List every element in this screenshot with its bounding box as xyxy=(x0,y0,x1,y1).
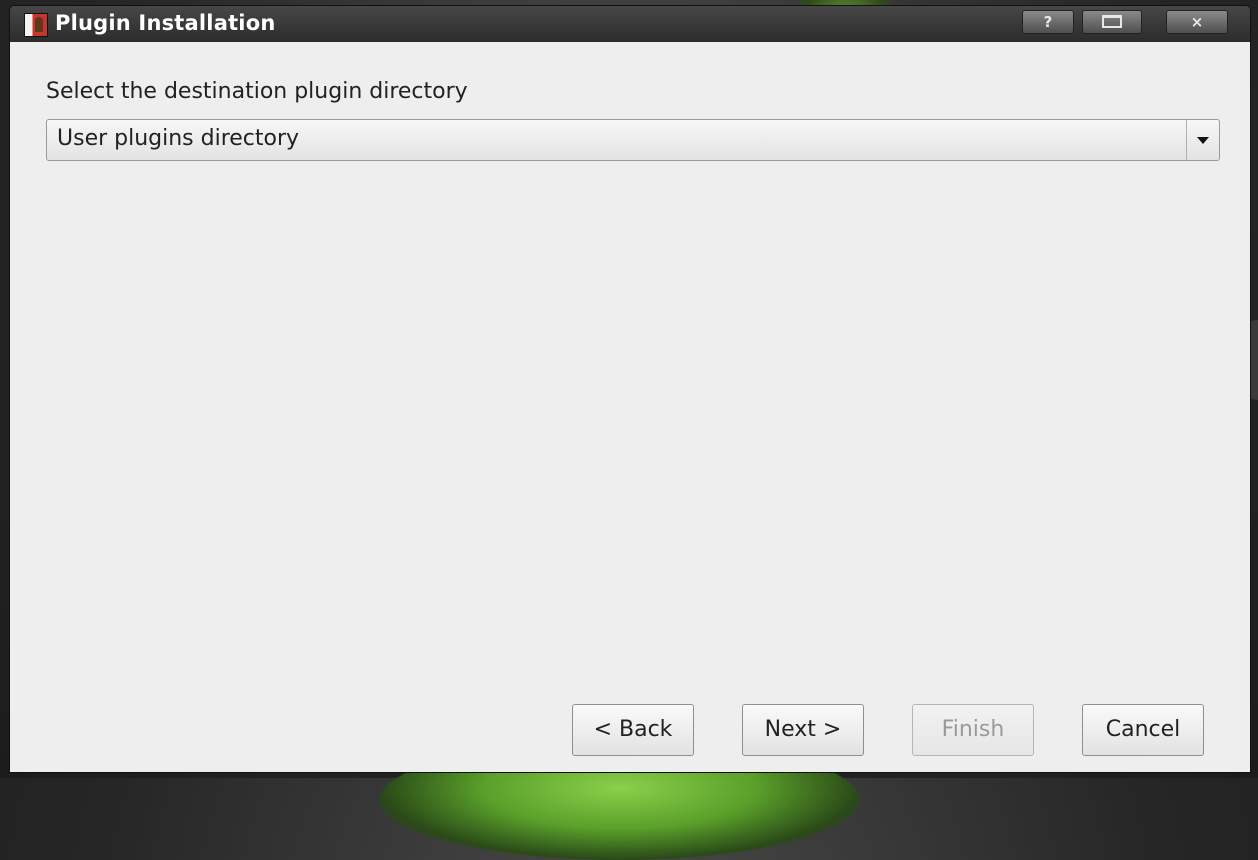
close-button[interactable]: × xyxy=(1166,10,1228,34)
back-button[interactable]: < Back xyxy=(572,704,694,756)
finish-button[interactable]: Finish xyxy=(912,704,1034,756)
destination-prompt-label: Select the destination plugin directory xyxy=(46,79,468,104)
window-title: Plugin Installation xyxy=(55,11,276,35)
title-bar[interactable]: Plugin Installation ? × xyxy=(10,6,1250,42)
plugin-installation-dialog: Plugin Installation ? × Select the desti… xyxy=(10,6,1250,772)
cancel-button[interactable]: Cancel xyxy=(1082,704,1204,756)
dialog-content: Select the destination plugin directory … xyxy=(10,42,1250,772)
chevron-down-icon[interactable] xyxy=(1186,120,1219,160)
help-button[interactable]: ? xyxy=(1022,10,1074,34)
plugin-directory-select[interactable]: User plugins directory xyxy=(46,119,1220,161)
maximize-button[interactable] xyxy=(1082,10,1142,34)
plugin-directory-value: User plugins directory xyxy=(57,126,300,151)
next-button[interactable]: Next > xyxy=(742,704,864,756)
maximize-icon xyxy=(1102,14,1122,28)
app-icon xyxy=(24,13,48,37)
